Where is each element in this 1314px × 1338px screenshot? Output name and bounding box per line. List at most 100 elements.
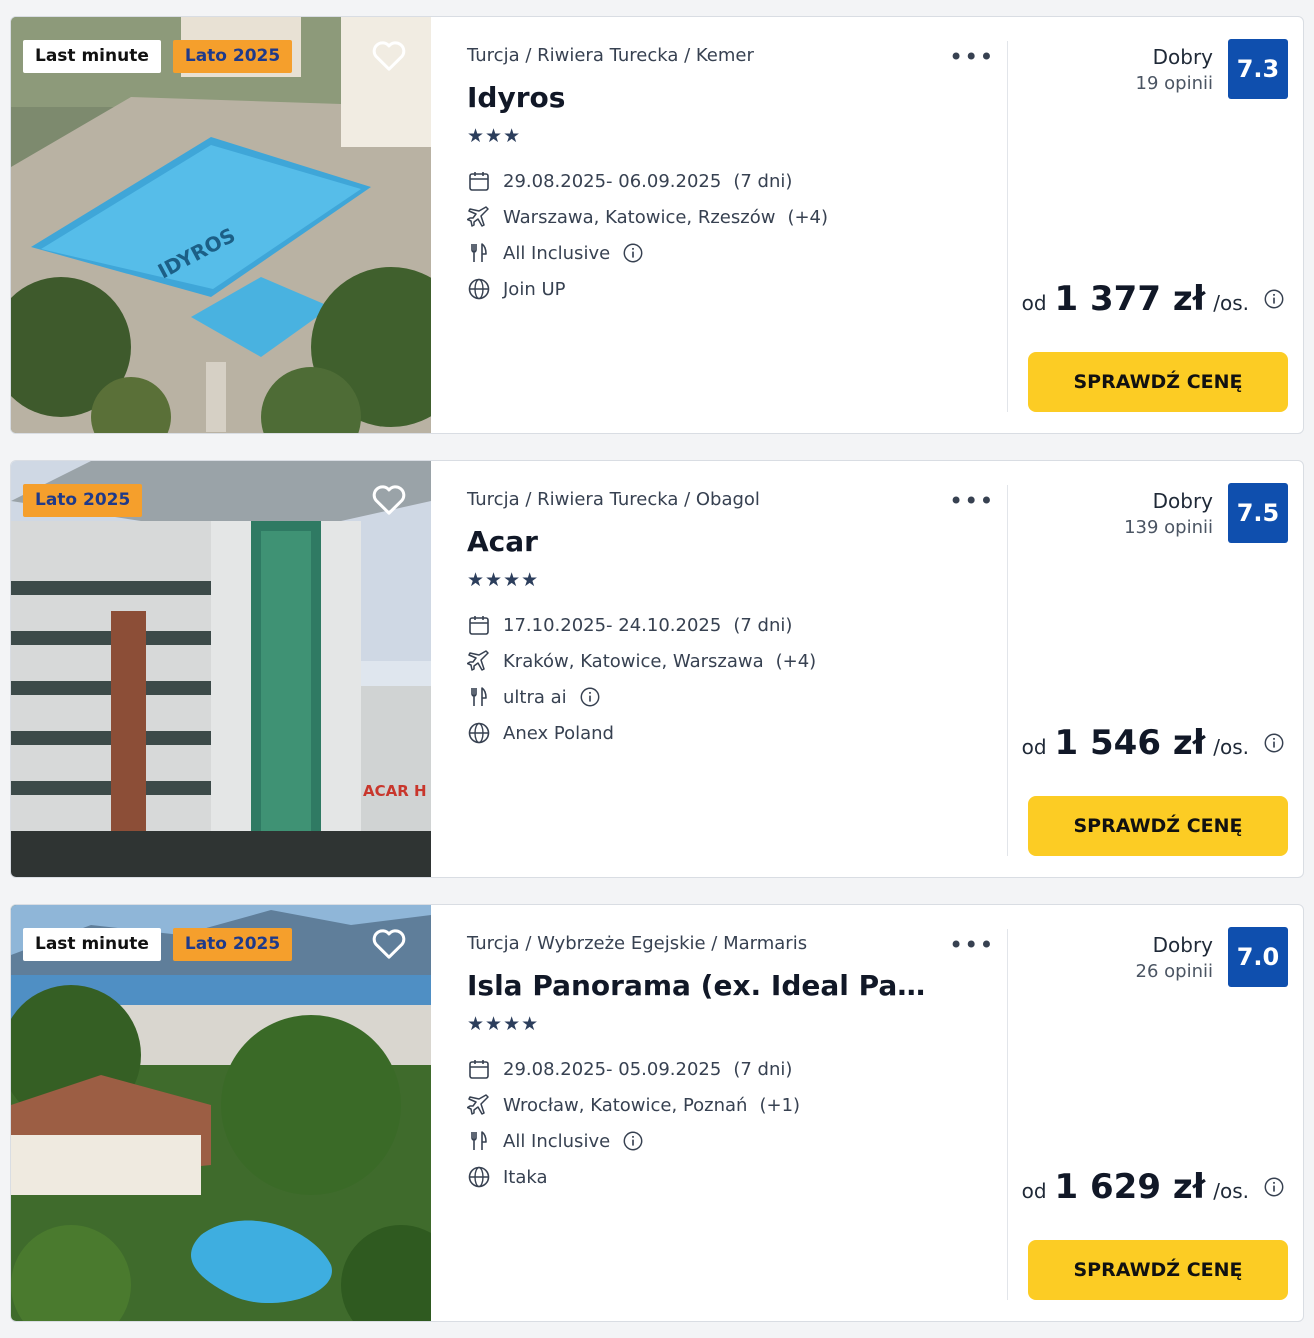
board-row: All Inclusive: [467, 241, 644, 265]
more-dots-icon[interactable]: •••: [949, 45, 994, 69]
heart-icon[interactable]: [369, 35, 409, 75]
info-icon[interactable]: [1263, 732, 1285, 754]
price-suffix: /os.: [1213, 735, 1249, 759]
badges: Last minute Lato 2025: [23, 928, 293, 961]
departure-cities: Wrocław, Katowice, Poznań: [503, 1094, 748, 1116]
last-minute-badge: Last minute: [23, 928, 161, 961]
tour-operator: Anex Poland: [503, 722, 614, 744]
hotel-card[interactable]: ACAR H Lato 2025 Turcja / Riwiera Tureck…: [10, 460, 1304, 878]
board-row: All Inclusive: [467, 1129, 644, 1153]
dates: 29.08.2025- 05.09.2025: [503, 1058, 722, 1080]
price-value: 1 546 zł: [1054, 723, 1206, 763]
reviews-count[interactable]: 139 opinii: [1124, 517, 1213, 538]
price-prefix: od: [1021, 735, 1047, 759]
departure-row: Warszawa, Katowice, Rzeszów (+4): [467, 205, 828, 229]
price-value: 1 629 zł: [1054, 1167, 1206, 1207]
hotel-name[interactable]: Isla Panorama (ex. Ideal Panorama): [467, 969, 937, 1002]
board-row: ultra ai: [467, 685, 601, 709]
heart-icon[interactable]: [369, 479, 409, 519]
cutlery-icon: [471, 687, 487, 706]
check-price-button[interactable]: SPRAWDŹ CENĘ: [1028, 1240, 1288, 1300]
duration: (7 dni): [733, 170, 793, 192]
season-badge: Lato 2025: [172, 40, 293, 73]
badges: Lato 2025: [23, 484, 143, 517]
departure-more[interactable]: (+4): [776, 651, 817, 672]
dates-row: 29.08.2025- 06.09.2025 (7 dni): [467, 169, 792, 193]
check-price-button[interactable]: SPRAWDŹ CENĘ: [1028, 796, 1288, 856]
reviews-count[interactable]: 19 opinii: [1136, 73, 1213, 94]
departure-row: Wrocław, Katowice, Poznań (+1): [467, 1093, 800, 1117]
breadcrumb[interactable]: Turcja / Wybrzeże Egejskie / Marmaris: [467, 933, 807, 954]
tour-operator: Itaka: [503, 1166, 548, 1188]
divider: [1007, 485, 1008, 856]
hotel-photo[interactable]: IDYROS: [11, 17, 431, 433]
hotel-stars: ★★★: [467, 125, 522, 147]
more-dots-icon[interactable]: •••: [949, 933, 994, 957]
board-type: All Inclusive: [503, 242, 611, 264]
info-icon[interactable]: [1263, 288, 1285, 310]
departure-cities: Kraków, Katowice, Warszawa: [503, 650, 764, 672]
season-badge: Lato 2025: [23, 484, 143, 517]
hotel-photo[interactable]: ACAR H: [11, 461, 431, 877]
globe-icon: [468, 1166, 490, 1188]
hotel-stars: ★★★★: [467, 1013, 540, 1035]
hotel-info: Turcja / Riwiera Turecka / Kemer ••• Idy…: [467, 17, 1007, 433]
hotel-photo[interactable]: [11, 905, 431, 1321]
duration: (7 dni): [733, 614, 793, 636]
info-icon[interactable]: [579, 686, 601, 708]
more-dots-icon[interactable]: •••: [949, 489, 994, 513]
cutlery-icon: [471, 1131, 487, 1150]
hotel-card[interactable]: IDYROS Last minute Lato 2025 Turcja / Ri…: [10, 16, 1304, 434]
dates: 17.10.2025- 24.10.2025: [503, 614, 722, 636]
rating-label: Dobry: [1152, 489, 1213, 513]
hotel-name[interactable]: Acar: [467, 525, 937, 558]
rating-score: 7.0: [1228, 927, 1288, 987]
operator-row: Join UP: [467, 277, 565, 301]
tour-operator: Join UP: [503, 278, 566, 300]
badges: Last minute Lato 2025: [23, 40, 293, 73]
duration: (7 dni): [733, 1058, 793, 1080]
price: od 1 377 zł /os.: [1022, 279, 1285, 319]
hotel-card[interactable]: Last minute Lato 2025 Turcja / Wybrzeże …: [10, 904, 1304, 1322]
departure-more[interactable]: (+1): [759, 1095, 800, 1116]
hotel-stars: ★★★★: [467, 569, 540, 591]
breadcrumb[interactable]: Turcja / Riwiera Turecka / Kemer: [467, 45, 754, 66]
info-icon[interactable]: [1263, 1176, 1285, 1198]
divider: [1007, 41, 1008, 412]
reviews-count[interactable]: 26 opinii: [1136, 961, 1213, 982]
heart-icon[interactable]: [369, 923, 409, 963]
info-icon[interactable]: [622, 1130, 644, 1152]
price-suffix: /os.: [1213, 1179, 1249, 1203]
price: od 1 546 zł /os.: [1022, 723, 1285, 763]
operator-row: Itaka: [467, 1165, 548, 1189]
rating-label: Dobry: [1152, 933, 1213, 957]
rating-score: 7.3: [1228, 39, 1288, 99]
departure-row: Kraków, Katowice, Warszawa (+4): [467, 649, 816, 673]
globe-icon: [468, 278, 490, 300]
board-type: All Inclusive: [503, 1130, 611, 1152]
building-lettering: ACAR H: [363, 782, 427, 800]
hotel-info: Turcja / Wybrzeże Egejskie / Marmaris ••…: [467, 905, 1007, 1321]
hotel-name[interactable]: Idyros: [467, 81, 937, 114]
breadcrumb[interactable]: Turcja / Riwiera Turecka / Obagol: [467, 489, 760, 510]
calendar-icon: [469, 172, 489, 191]
check-price-button[interactable]: SPRAWDŹ CENĘ: [1028, 352, 1288, 412]
dates: 29.08.2025- 06.09.2025: [503, 170, 722, 192]
last-minute-badge: Last minute: [23, 40, 161, 73]
dates-row: 29.08.2025- 05.09.2025 (7 dni): [467, 1057, 792, 1081]
price-suffix: /os.: [1213, 291, 1249, 315]
departure-more[interactable]: (+4): [787, 207, 828, 228]
calendar-icon: [469, 1060, 489, 1079]
rating-label: Dobry: [1152, 45, 1213, 69]
season-badge: Lato 2025: [172, 928, 293, 961]
plane-icon: [467, 206, 489, 227]
divider: [1007, 929, 1008, 1300]
cutlery-icon: [471, 243, 487, 262]
price: od 1 629 zł /os.: [1022, 1167, 1285, 1207]
search-results-list: IDYROS Last minute Lato 2025 Turcja / Ri…: [0, 0, 1314, 1338]
info-icon[interactable]: [622, 242, 644, 264]
plane-icon: [467, 650, 489, 671]
rating-score: 7.5: [1228, 483, 1288, 543]
calendar-icon: [469, 616, 489, 635]
hotel-info: Turcja / Riwiera Turecka / Obagol ••• Ac…: [467, 461, 1007, 877]
